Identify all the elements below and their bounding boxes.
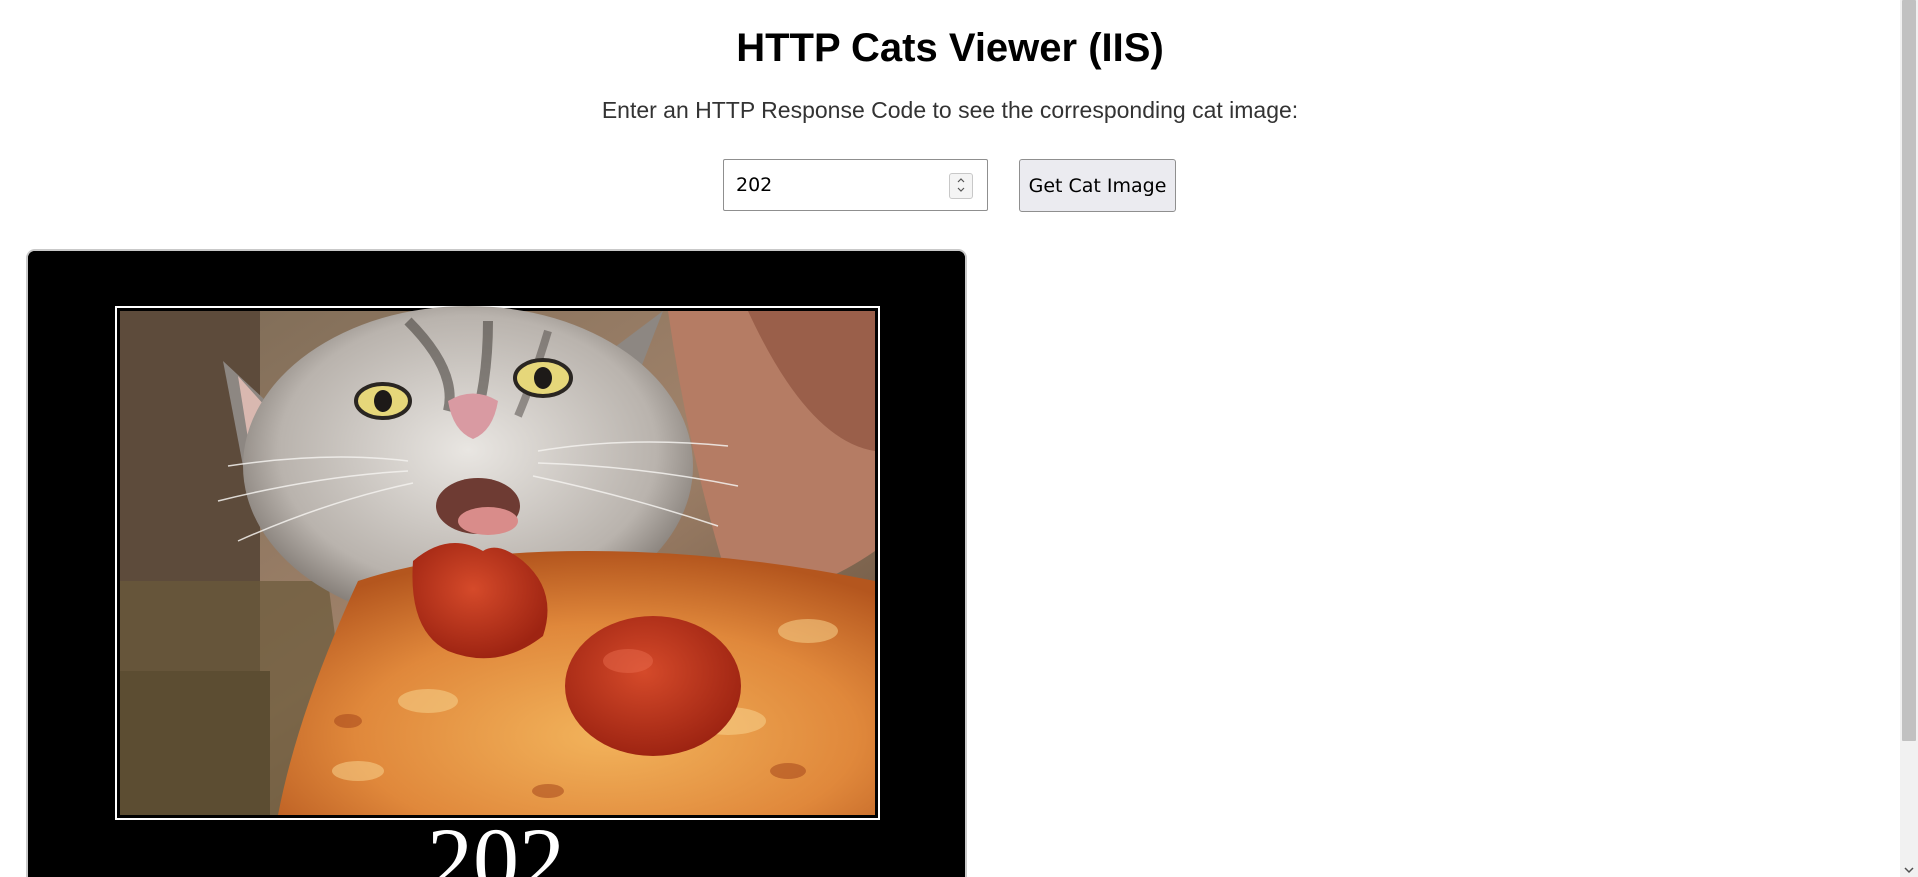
number-spinner[interactable] <box>949 173 973 199</box>
page-content: HTTP Cats Viewer (IIS) Enter an HTTP Res… <box>0 0 1900 877</box>
photo <box>120 306 875 815</box>
triangle-down-icon[interactable] <box>1903 865 1915 875</box>
get-cat-image-button[interactable]: Get Cat Image <box>1019 159 1176 212</box>
vertical-scrollbar[interactable] <box>1900 0 1918 877</box>
browser-viewport: HTTP Cats Viewer (IIS) Enter an HTTP Res… <box>0 0 1918 877</box>
caption-code: 202 <box>427 809 565 877</box>
cat-image: 202 <box>28 251 965 877</box>
cat-image-card: 202 <box>26 249 967 877</box>
instructions-text: Enter an HTTP Response Code to see the c… <box>601 97 1299 123</box>
status-code-field[interactable] <box>723 159 988 211</box>
chevron-down-icon[interactable] <box>955 185 967 196</box>
status-code-input[interactable] <box>736 172 936 198</box>
scrollbar-thumb[interactable] <box>1902 0 1916 741</box>
page-title: HTTP Cats Viewer (IIS) <box>736 26 1164 70</box>
